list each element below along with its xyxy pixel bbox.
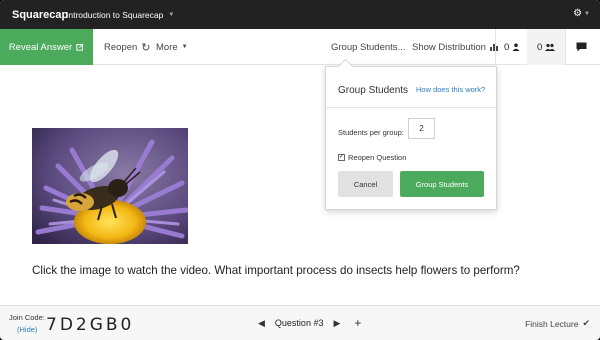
group-responses-counter[interactable]: 0 <box>537 29 556 65</box>
checkmark-icon: ✔ <box>582 318 590 328</box>
single-responses-counter[interactable]: 0 <box>504 29 520 65</box>
show-distribution-label: Show Distribution <box>412 41 486 53</box>
popover-title: Group Students <box>338 85 409 96</box>
reopen-label: Reopen <box>104 41 138 53</box>
toolbar-divider <box>495 29 496 65</box>
more-label: More <box>156 41 178 53</box>
more-dropdown[interactable]: More ▼ <box>156 29 188 65</box>
popover-divider <box>326 107 496 108</box>
group-count: 0 <box>537 41 543 53</box>
group-students-label: Group Students... <box>331 41 406 53</box>
chat-bubble-icon <box>576 42 587 52</box>
checkbox-checked-icon: ✓ <box>338 154 345 161</box>
lecture-title: Introduction to Squarecap <box>66 9 164 20</box>
caret-down-icon: ▼ <box>168 11 175 18</box>
reveal-answer-button[interactable]: Reveal Answer <box>0 29 93 65</box>
users-icon <box>545 43 556 51</box>
comments-button[interactable] <box>576 29 587 65</box>
previous-question-icon[interactable]: ◀ <box>258 318 265 329</box>
app-window: Squarecap Introduction to Squarecap ▼ ⚙ … <box>0 0 600 340</box>
chevron-down-icon: ▼ <box>584 10 590 17</box>
students-per-group-label: Students per group: <box>338 128 404 137</box>
user-icon <box>512 43 520 51</box>
settings-menu[interactable]: ⚙ ▼ <box>573 8 590 19</box>
top-navbar: Squarecap Introduction to Squarecap ▼ ⚙ … <box>0 0 600 29</box>
gear-icon: ⚙ <box>573 8 583 19</box>
hide-join-code-link[interactable]: (Hide) <box>17 325 37 334</box>
question-number[interactable]: Question #3 <box>275 318 324 328</box>
how-does-this-work-link[interactable]: How does this work? <box>416 85 485 94</box>
reopen-question-label: Reopen Question <box>348 153 407 162</box>
group-students-submit-button[interactable]: Group Students <box>400 171 484 197</box>
refresh-icon: ↻ <box>141 41 151 54</box>
bee-flower-photo <box>32 128 188 244</box>
next-question-icon[interactable]: ▶ <box>333 318 340 329</box>
reopen-question-checkbox[interactable]: ✓ Reopen Question <box>338 153 406 162</box>
finish-lecture-label: Finish Lecture <box>525 318 579 329</box>
group-students-button[interactable]: Group Students... <box>331 29 405 65</box>
cancel-button[interactable]: Cancel <box>338 171 393 197</box>
lecture-selector[interactable]: Introduction to Squarecap ▼ <box>66 10 174 20</box>
join-code-value: 7D2GB0 <box>46 315 135 335</box>
reveal-answer-label: Reveal Answer <box>8 41 73 53</box>
brand-logo[interactable]: Squarecap <box>0 9 68 21</box>
group-students-popover: Group Students How does this work? Stude… <box>325 66 497 210</box>
question-image[interactable] <box>32 128 188 244</box>
question-navigation: ◀ Question #3 ▶ + <box>258 316 361 330</box>
students-per-group-input[interactable]: 2 <box>408 118 435 139</box>
bottom-bar: Join Code: (Hide) 7D2GB0 ◀ Question #3 ▶… <box>0 305 600 340</box>
edit-icon <box>76 43 84 51</box>
finish-lecture-button[interactable]: Finish Lecture ✔ <box>525 318 590 329</box>
show-distribution-button[interactable]: Show Distribution <box>412 29 499 65</box>
add-question-icon[interactable]: + <box>354 316 361 330</box>
caret-down-icon: ▼ <box>181 44 188 50</box>
join-code-label: Join Code: <box>9 313 45 322</box>
question-toolbar: Reveal Answer Reopen ↻ More ▼ Group Stud… <box>0 29 600 65</box>
question-text: Click the image to watch the video. What… <box>32 264 520 277</box>
toolbar-divider <box>565 29 566 65</box>
single-count: 0 <box>504 41 510 53</box>
reopen-button[interactable]: Reopen ↻ <box>104 29 151 65</box>
